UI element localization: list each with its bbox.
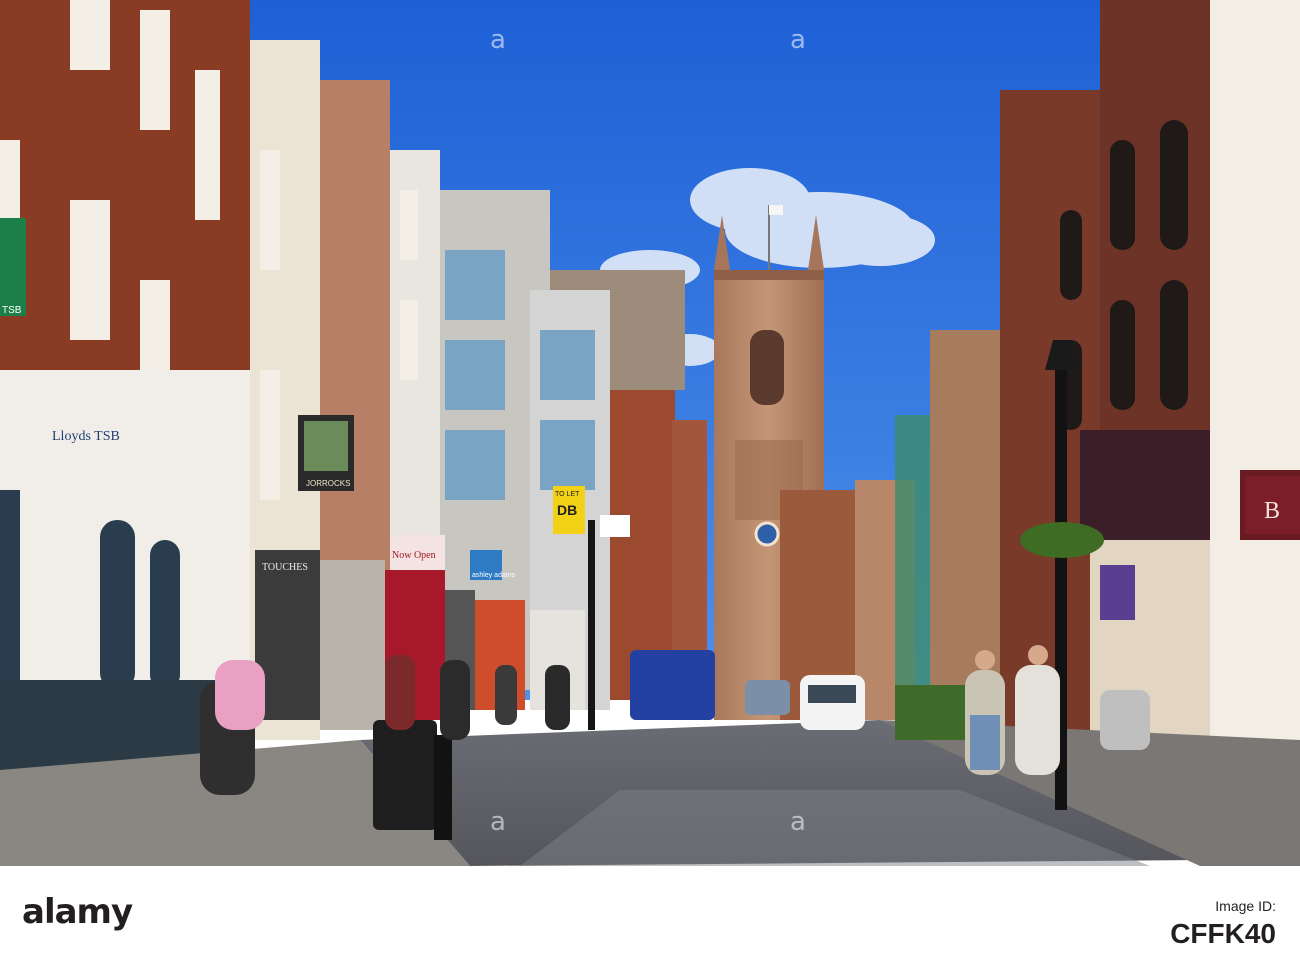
footer-bar <box>0 866 1300 956</box>
shop-sign-left-text: TOUCHES <box>262 562 308 573</box>
watermark-mark-4: a <box>790 807 806 837</box>
bank-sign-small-text: TSB <box>2 305 22 316</box>
pub-sign-text: JORROCKS <box>306 479 350 488</box>
bank-sign-text: Lloyds TSB <box>52 429 120 444</box>
street-photo: Lloyds TSB TSB JORROCKS TOUCHES Now Open… <box>0 0 1300 866</box>
brand-logo: alamy <box>22 892 133 932</box>
to-let-sign-text: TO LET <box>555 491 580 498</box>
watermark-mark-2: a <box>790 25 806 55</box>
watermark-mark-3: a <box>490 807 506 837</box>
image-id: CFFK40 <box>1170 918 1276 949</box>
image-id-label: Image ID: <box>1215 898 1276 914</box>
shop-sign-right-text: B <box>1264 498 1280 524</box>
watermark-mark-1: a <box>490 25 506 55</box>
shop-open-sign-text: Now Open <box>392 550 436 561</box>
ashley-sign-text: ashley adams <box>472 572 516 579</box>
agent-sign-text: DB <box>557 502 577 518</box>
